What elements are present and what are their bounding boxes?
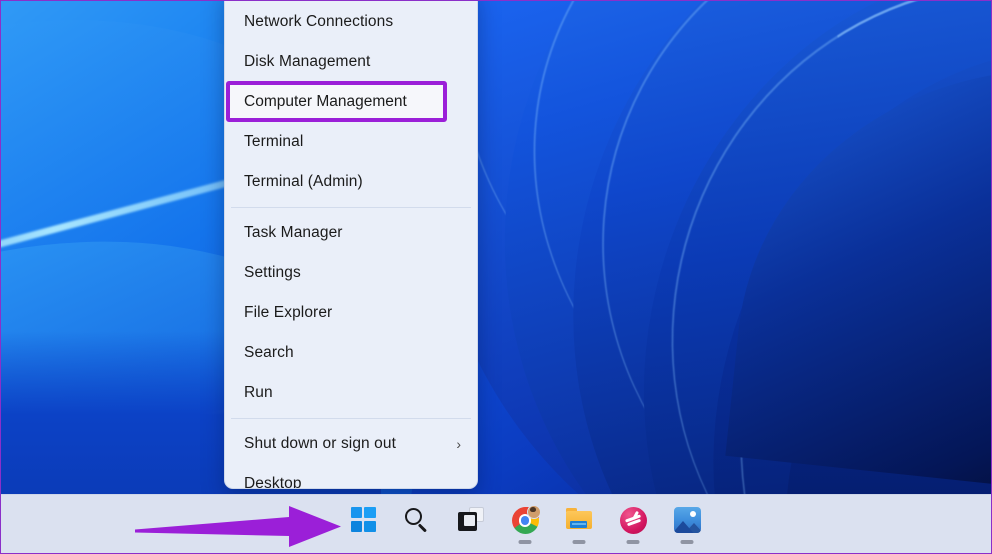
menu-separator — [231, 207, 471, 208]
menu-separator — [231, 418, 471, 419]
menu-item-search[interactable]: Search — [225, 333, 477, 373]
taskbar-button-photos[interactable] — [671, 502, 703, 546]
task-view-icon — [458, 507, 484, 531]
highlighted-menu-item-label[interactable]: Computer Management — [230, 85, 443, 118]
menu-item-label: Desktop — [244, 475, 302, 489]
desktop-wallpaper — [1, 1, 991, 494]
taskbar-center-group — [347, 502, 703, 546]
chrome-icon — [511, 505, 541, 534]
menu-item-label: File Explorer — [244, 304, 333, 321]
running-indicator — [680, 540, 694, 544]
menu-item-label: Shut down or sign out — [244, 435, 397, 452]
menu-item-label: Terminal — [244, 133, 304, 150]
taskbar-button-start[interactable] — [347, 502, 379, 546]
taskbar-button-search[interactable] — [401, 502, 433, 546]
menu-item-label: Search — [244, 344, 294, 361]
search-icon — [404, 507, 430, 533]
menu-item-terminal[interactable]: Terminal — [225, 122, 477, 162]
running-indicator — [518, 540, 532, 544]
menu-item-disk-management[interactable]: Disk Management — [225, 42, 477, 82]
file-explorer-icon — [565, 507, 593, 531]
menu-item-label: Settings — [244, 264, 301, 281]
menu-item-run[interactable]: Run — [225, 373, 477, 413]
taskbar-button-file-explorer[interactable] — [563, 502, 595, 546]
running-indicator — [572, 540, 586, 544]
menu-item-label: Terminal (Admin) — [244, 173, 363, 190]
red-circle-app-icon — [619, 507, 647, 534]
screen: Network Connections Disk Management Comp… — [0, 0, 992, 554]
taskbar-button-chrome[interactable] — [509, 502, 541, 546]
menu-item-label: Task Manager — [244, 224, 343, 241]
windows-logo-icon — [350, 507, 376, 532]
menu-item-label: Network Connections — [244, 13, 394, 30]
menu-item-desktop[interactable]: Desktop — [225, 464, 477, 489]
menu-item-label: Disk Management — [244, 53, 371, 70]
menu-item-network-connections[interactable]: Network Connections — [225, 2, 477, 42]
menu-item-task-manager[interactable]: Task Manager — [225, 213, 477, 253]
taskbar-button-express-vpn[interactable] — [617, 502, 649, 546]
menu-item-terminal-admin[interactable]: Terminal (Admin) — [225, 162, 477, 202]
chevron-right-icon: › — [456, 436, 461, 452]
menu-item-label: Run — [244, 384, 273, 401]
photos-icon — [673, 507, 701, 533]
avatar — [526, 505, 541, 519]
menu-item-file-explorer[interactable]: File Explorer — [225, 293, 477, 333]
taskbar-button-task-view[interactable] — [455, 502, 487, 546]
power-user-menu[interactable]: Network Connections Disk Management Comp… — [224, 1, 478, 489]
running-indicator — [626, 540, 640, 544]
menu-item-shut-down-or-sign-out[interactable]: Shut down or sign out › — [225, 424, 477, 464]
highlight-box: Computer Management — [226, 81, 447, 122]
pointer-arrow — [135, 506, 341, 547]
menu-item-settings[interactable]: Settings — [225, 253, 477, 293]
